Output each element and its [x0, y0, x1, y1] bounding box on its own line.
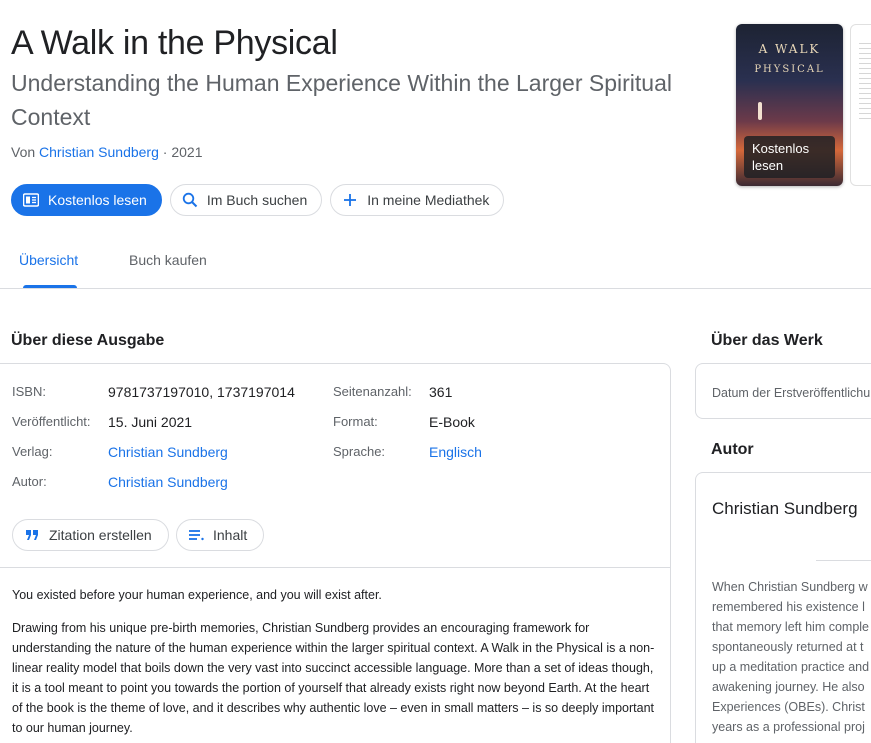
publication-year: · 2021 [162, 144, 203, 160]
published-label: Veröffentlicht: [12, 414, 91, 429]
byline: Von Christian Sundberg · 2021 [11, 144, 202, 160]
work-heading: Über das Werk [711, 332, 823, 349]
author-value-link[interactable]: Christian Sundberg [108, 474, 228, 490]
author-bio-line: up a meditation practice and [712, 660, 870, 674]
cite-button[interactable]: Zitation erstellen [12, 519, 169, 551]
edition-heading: Über diese Ausgabe [11, 332, 165, 349]
language-link[interactable]: Englisch [429, 444, 482, 460]
plus-icon [341, 191, 359, 209]
add-to-library-label: In meine Mediathek [367, 192, 490, 208]
author-heading: Autor [711, 441, 754, 458]
preview-text-lines [859, 43, 871, 123]
tab-bar: Übersicht Buch kaufen [0, 238, 871, 289]
author-bio-line: When Christian Sundberg w [712, 580, 868, 594]
cover-figure-icon [758, 102, 762, 120]
book-icon [22, 191, 40, 209]
author-bio-line: Experiences (OBEs). Christ [712, 700, 865, 714]
author-bio-line: spontaneously returned at t [712, 640, 864, 654]
author-link[interactable]: Christian Sundberg [39, 144, 159, 160]
preview-page-thumbnail[interactable] [850, 24, 871, 186]
work-card: Datum der Erstveröffentlichu [695, 363, 871, 419]
author-bio-line: that memory left him comple [712, 620, 869, 634]
language-label: Sprache: [333, 444, 386, 459]
tab-buy-book[interactable]: Buch kaufen [129, 252, 207, 268]
format-value: E-Book [429, 414, 475, 430]
publisher-link[interactable]: Christian Sundberg [108, 444, 228, 460]
book-cover[interactable]: A WALK PHYSICAL Kostenlos lesen [736, 24, 843, 186]
published-value: 15. Juni 2021 [108, 414, 193, 430]
active-tab-indicator [23, 285, 77, 288]
cover-title-line1: A WALK [758, 42, 821, 56]
action-buttons: Kostenlos lesen Im Buch suchen In meine … [11, 184, 505, 216]
first-publication-label: Datum der Erstveröffentlichu [712, 386, 871, 400]
quote-icon [23, 526, 41, 544]
publisher-label: Verlag: [12, 444, 53, 459]
description-paragraph-1: You existed before your human experience… [12, 588, 382, 602]
contents-label: Inhalt [213, 527, 248, 543]
search-in-book-label: Im Buch suchen [206, 192, 308, 208]
cover-title-line2: PHYSICAL [754, 64, 825, 75]
author-label: Autor: [12, 474, 47, 489]
cover-read-free-overlay[interactable]: Kostenlos lesen [744, 136, 835, 178]
search-icon [181, 191, 199, 209]
isbn-label: ISBN: [12, 384, 46, 399]
isbn-value: 9781737197010, 1737197014 [108, 384, 295, 400]
contents-button[interactable]: Inhalt [176, 519, 265, 551]
author-name[interactable]: Christian Sundberg [712, 499, 858, 519]
description-paragraph-2: Drawing from his unique pre-birth memori… [12, 621, 655, 735]
author-bio-line: awakening journey. He also [712, 680, 865, 694]
edition-divider [0, 567, 671, 568]
book-title: A Walk in the Physical [11, 24, 338, 62]
cite-label: Zitation erstellen [49, 527, 152, 543]
author-card: Christian Sundberg When Christian Sundbe… [695, 472, 871, 743]
pages-label: Seitenanzahl: [333, 384, 412, 399]
pages-value: 361 [429, 384, 453, 400]
tab-overview[interactable]: Übersicht [19, 252, 78, 268]
search-in-book-button[interactable]: Im Buch suchen [169, 184, 323, 216]
author-bio-line: years as a professional proj [712, 720, 865, 734]
byline-prefix: Von [11, 144, 36, 160]
list-icon [187, 526, 205, 544]
book-subtitle: Understanding the Human Experience Withi… [11, 70, 672, 130]
read-free-button[interactable]: Kostenlos lesen [11, 184, 162, 216]
format-label: Format: [333, 414, 378, 429]
add-to-library-button[interactable]: In meine Mediathek [330, 184, 505, 216]
author-divider [816, 560, 871, 561]
author-bio-line: remembered his existence l [712, 600, 865, 614]
read-free-label: Kostenlos lesen [48, 192, 147, 208]
